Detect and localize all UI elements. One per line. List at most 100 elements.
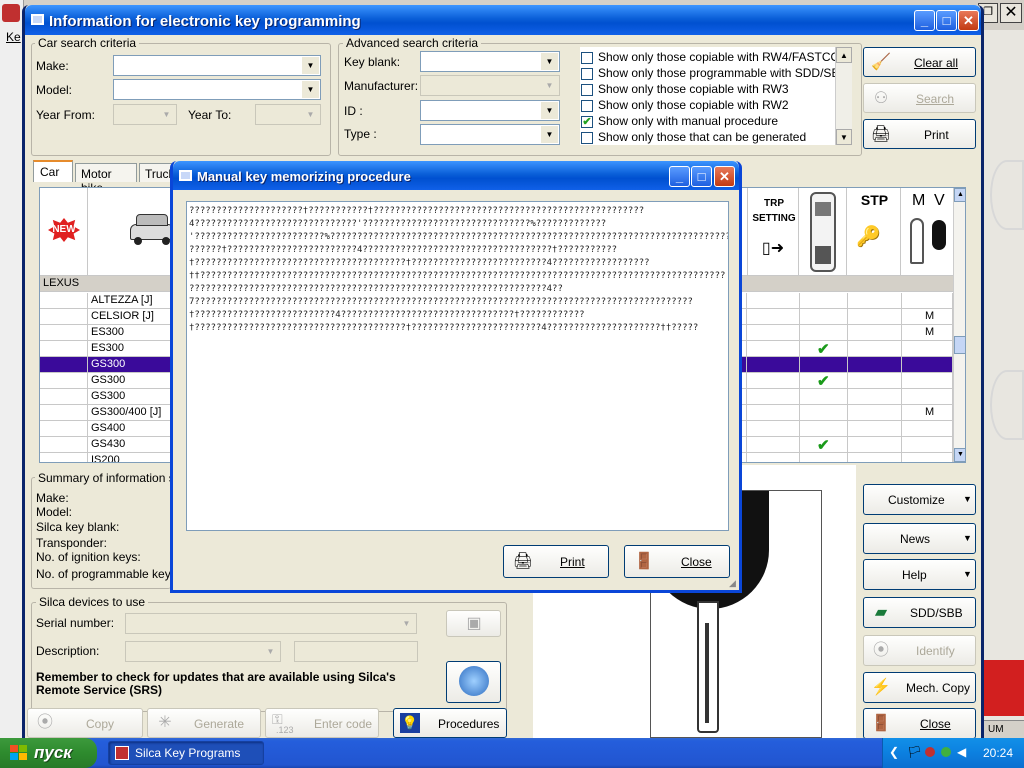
model-cell: GS300 bbox=[88, 389, 173, 405]
sdd-device-icon: ▰ bbox=[874, 604, 888, 621]
tab-motor-bike[interactable]: Motor bike bbox=[75, 163, 137, 195]
taskbar-item-silca[interactable]: Silca Key Programs bbox=[108, 741, 264, 765]
generate-button[interactable]: ✳ Generate bbox=[147, 708, 261, 738]
customize-button[interactable]: Customize ▼ bbox=[863, 484, 976, 515]
filter-checkbox[interactable] bbox=[581, 84, 593, 96]
main-window-title: Information for electronic key programmi… bbox=[49, 13, 361, 30]
search-button[interactable]: ⚇ Search bbox=[863, 83, 976, 113]
tray-arrow-icon[interactable]: ❮ bbox=[889, 745, 899, 759]
chevron-down-icon[interactable]: ▼ bbox=[541, 53, 558, 70]
bg-menu-item[interactable]: Ke bbox=[6, 30, 21, 44]
tray-app-icon[interactable] bbox=[925, 747, 935, 757]
window-icon bbox=[31, 14, 44, 25]
trp-cell bbox=[747, 325, 800, 341]
dialog-titlebar[interactable]: Manual key memorizing procedure bbox=[173, 161, 739, 190]
procedures-button[interactable]: 💡 Procedures bbox=[393, 708, 507, 738]
system-tray: ❮ 🏳 ◀ 20:24 bbox=[882, 738, 1024, 768]
dialog-minimize-button[interactable]: _ bbox=[669, 166, 690, 187]
chevron-down-icon[interactable]: ▼ bbox=[541, 102, 558, 119]
news-button[interactable]: News ▼ bbox=[863, 523, 976, 554]
serial-number-select[interactable]: ▼ bbox=[125, 613, 417, 634]
device-refresh-button[interactable]: ▣ bbox=[446, 610, 501, 637]
filters-scrollbar[interactable]: ▲ ▼ bbox=[835, 47, 852, 145]
description-select[interactable]: ▼ bbox=[125, 641, 281, 662]
dialog-print-button[interactable]: 🖨 Print bbox=[503, 545, 609, 578]
copy-button[interactable]: ⦿ Copy bbox=[27, 708, 143, 738]
m-flag: M bbox=[925, 406, 935, 418]
enter-code-button[interactable]: ⚿ .123 Enter code bbox=[265, 708, 379, 738]
year-from-select[interactable]: ▼ bbox=[113, 104, 177, 125]
taskbar-item-label: Silca Key Programs bbox=[135, 746, 241, 760]
filter-checkbox[interactable] bbox=[581, 100, 593, 112]
chevron-down-icon[interactable]: ▼ bbox=[302, 57, 319, 74]
scroll-up-icon[interactable]: ▲ bbox=[836, 47, 852, 63]
grid-header-cell: NEW bbox=[40, 188, 88, 276]
bg-decoration bbox=[990, 370, 1024, 440]
procedure-text[interactable]: ?????????????????????†???????????†??????… bbox=[186, 201, 729, 531]
scroll-up-icon[interactable]: ▲ bbox=[954, 188, 965, 202]
id-select[interactable]: ▼ bbox=[420, 100, 560, 121]
close-app-button[interactable]: 🚪 Close bbox=[863, 708, 976, 739]
manufacturer-select[interactable]: ▼ bbox=[420, 75, 560, 96]
grid-scrollbar[interactable]: ▲ ▼ bbox=[953, 188, 965, 462]
help-button[interactable]: Help ▼ bbox=[863, 559, 976, 590]
generate-label: Generate bbox=[194, 717, 245, 731]
start-button[interactable]: пуск bbox=[0, 738, 97, 768]
group-label: LEXUS bbox=[43, 277, 80, 289]
model-cell: IS200 bbox=[88, 453, 173, 462]
key-blank-select[interactable]: ▼ bbox=[420, 51, 560, 72]
tab-car[interactable]: Car bbox=[33, 160, 73, 182]
filter-checkbox[interactable] bbox=[581, 52, 593, 64]
description-field[interactable] bbox=[294, 641, 418, 662]
chevron-down-icon[interactable]: ▼ bbox=[158, 106, 175, 123]
filter-checkbox[interactable] bbox=[581, 132, 593, 144]
close-button[interactable]: ✕ bbox=[958, 10, 979, 31]
trp-cell bbox=[747, 389, 800, 405]
mv-cell: M bbox=[902, 309, 953, 325]
trp-cell bbox=[747, 453, 800, 462]
chevron-down-icon[interactable]: ▼ bbox=[302, 81, 319, 98]
mech-copy-button[interactable]: ⚡ Mech. Copy bbox=[863, 672, 976, 703]
flag-icon[interactable]: 🏳 bbox=[907, 745, 922, 759]
scroll-down-icon[interactable]: ▼ bbox=[954, 448, 965, 462]
row-spacer-cell bbox=[40, 309, 88, 325]
dialog-close-x-button[interactable]: ✕ bbox=[714, 166, 735, 187]
print-button[interactable]: 🖨 Print bbox=[863, 119, 976, 149]
dialog-close-button[interactable]: 🚪 Close bbox=[624, 545, 730, 578]
maximize-button[interactable]: □ bbox=[936, 10, 957, 31]
scroll-down-icon[interactable]: ▼ bbox=[836, 129, 852, 145]
filter-checkbox[interactable] bbox=[581, 68, 593, 80]
clear-all-button[interactable]: 🧹 Clear all bbox=[863, 47, 976, 77]
row-spacer-cell bbox=[40, 341, 88, 357]
device-cell bbox=[800, 405, 848, 421]
srs-update-button[interactable] bbox=[446, 661, 501, 703]
model-select[interactable]: ▼ bbox=[113, 79, 321, 100]
model-cell: ES300 bbox=[88, 325, 173, 341]
dialog-maximize-button[interactable]: □ bbox=[691, 166, 712, 187]
identify-button[interactable]: ⦿ Identify bbox=[863, 635, 976, 666]
year-to-select[interactable]: ▼ bbox=[255, 104, 321, 125]
row-spacer-cell bbox=[40, 357, 88, 373]
minimize-button[interactable]: _ bbox=[914, 10, 935, 31]
scroll-thumb[interactable] bbox=[954, 336, 965, 354]
m-flag: M bbox=[925, 310, 935, 322]
volume-icon[interactable]: ◀ bbox=[957, 745, 966, 759]
enter-code-sub-label: .123 bbox=[276, 725, 294, 735]
filter-checkbox-checked[interactable]: ✔ bbox=[581, 116, 593, 128]
main-titlebar[interactable]: Information for electronic key programmi… bbox=[25, 5, 981, 35]
resize-grip-icon[interactable]: ◢ bbox=[729, 578, 739, 588]
chevron-down-icon[interactable]: ▼ bbox=[398, 615, 415, 632]
chevron-down-icon[interactable]: ▼ bbox=[541, 77, 558, 94]
dialog-close-label: Close bbox=[681, 555, 712, 569]
trp-cell bbox=[747, 421, 800, 437]
sdd-sbb-button[interactable]: ▰ SDD/SBB bbox=[863, 597, 976, 628]
chevron-down-icon[interactable]: ▼ bbox=[541, 126, 558, 143]
make-select[interactable]: ▼ bbox=[113, 55, 321, 76]
network-icon[interactable] bbox=[941, 747, 951, 757]
bg-close-button[interactable]: ✕ bbox=[1000, 3, 1022, 23]
chevron-down-icon[interactable]: ▼ bbox=[262, 643, 279, 660]
type-select[interactable]: ▼ bbox=[420, 124, 560, 145]
device-cell bbox=[800, 293, 848, 309]
background-right-strip bbox=[984, 30, 1024, 738]
chevron-down-icon[interactable]: ▼ bbox=[302, 106, 319, 123]
